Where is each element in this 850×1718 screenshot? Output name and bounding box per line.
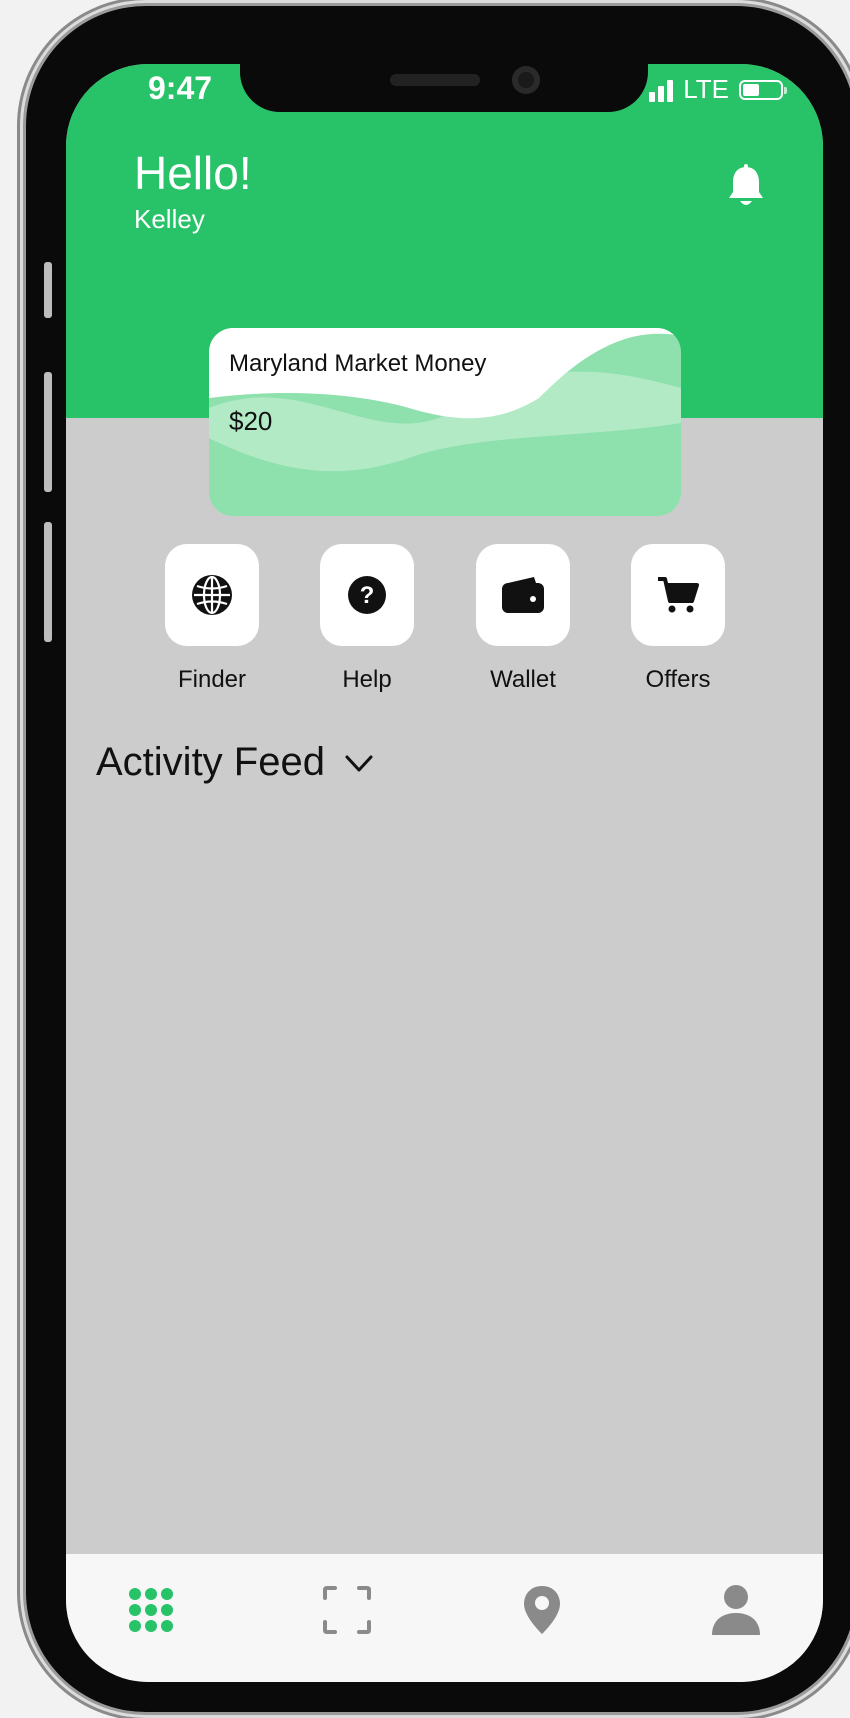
wallet-button[interactable]: Wallet	[476, 544, 570, 694]
help-label: Help	[342, 666, 392, 693]
speaker	[390, 74, 480, 86]
tab-profile[interactable]	[706, 1580, 766, 1640]
finder-button[interactable]: Finder	[165, 544, 259, 694]
wallet-icon	[502, 577, 544, 613]
wallet-label: Wallet	[490, 666, 556, 693]
user-name: Kelley	[134, 204, 205, 234]
card-title: Maryland Market Money	[229, 350, 487, 377]
greeting-title: Hello!	[134, 147, 252, 199]
mute-switch	[44, 262, 52, 318]
svg-text:?: ?	[360, 582, 375, 609]
finder-label: Finder	[177, 666, 247, 693]
help-button[interactable]: ? Help	[320, 544, 414, 694]
cart-icon	[658, 577, 699, 613]
help-tile[interactable]: ?	[320, 544, 414, 646]
offers-tile[interactable]	[631, 544, 725, 646]
bell-icon[interactable]	[726, 164, 766, 210]
front-camera	[512, 66, 540, 94]
globe-icon	[192, 575, 232, 615]
card-balance: $20	[229, 406, 273, 436]
status-indicators: LTE	[649, 74, 787, 105]
network-label: LTE	[683, 74, 729, 104]
offers-label: Offers	[645, 666, 711, 693]
volume-down-button	[44, 522, 52, 642]
signal-icon	[649, 78, 674, 102]
location-pin-icon	[524, 1586, 560, 1634]
status-time: 9:47	[148, 70, 213, 106]
notch	[240, 64, 648, 112]
user-icon	[712, 1585, 760, 1635]
bottom-tab-bar	[66, 1554, 823, 1682]
chevron-down-icon[interactable]	[344, 754, 374, 774]
wallet-tile[interactable]	[476, 544, 570, 646]
activity-feed-title: Activity Feed	[96, 740, 325, 784]
grid-dots-icon	[129, 1588, 173, 1632]
finder-tile[interactable]	[165, 544, 259, 646]
scan-icon	[323, 1586, 371, 1634]
offers-button[interactable]: Offers	[631, 544, 725, 694]
balance-card[interactable]: Maryland Market Money $20	[209, 328, 681, 516]
tab-map[interactable]	[512, 1580, 572, 1640]
battery-icon	[739, 79, 787, 100]
app-screen: 9:47 LTE Hello! Kelley Maryland Market M…	[66, 64, 823, 1682]
tab-home[interactable]	[121, 1580, 181, 1640]
volume-up-button	[44, 372, 52, 492]
question-icon: ?	[348, 576, 386, 614]
tab-scan[interactable]	[317, 1580, 377, 1640]
